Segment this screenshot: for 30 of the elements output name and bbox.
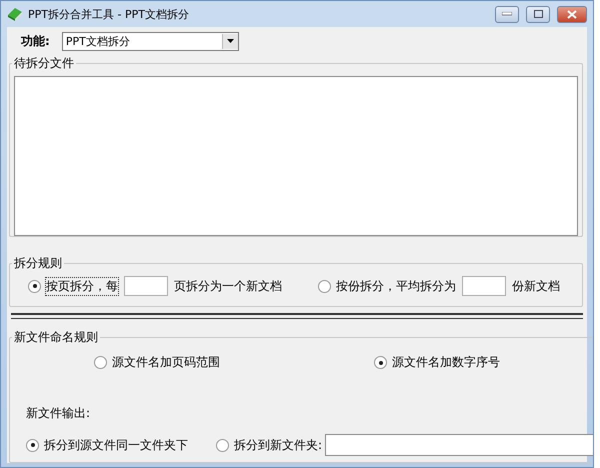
radio-option[interactable]: 按份拆分，平均拆分为 bbox=[318, 278, 456, 294]
function-dropdown[interactable]: PPT文档拆分 bbox=[62, 32, 239, 50]
radio-button[interactable] bbox=[94, 356, 107, 369]
close-icon bbox=[567, 10, 577, 18]
folder-field[interactable] bbox=[325, 434, 593, 456]
option-suffix: 份新文档 bbox=[512, 278, 560, 294]
radio-option[interactable]: 按页拆分，每 bbox=[28, 278, 118, 294]
close-button[interactable] bbox=[557, 6, 587, 22]
radio-button[interactable] bbox=[374, 356, 387, 369]
radio-button[interactable] bbox=[216, 438, 229, 452]
function-label: 功能: bbox=[21, 32, 50, 50]
radio-option[interactable]: 源文件名加数字序号 bbox=[374, 354, 500, 371]
group-title: 待拆分文件 bbox=[13, 55, 75, 72]
caret-icon bbox=[226, 39, 234, 43]
option-suffix: 页拆分为一个新文档 bbox=[174, 278, 282, 294]
group-title: 新文件命名规则 bbox=[13, 329, 99, 346]
maximize-icon bbox=[534, 10, 542, 18]
output-label: 新文件输出: bbox=[26, 405, 92, 422]
minimize-icon bbox=[502, 12, 512, 16]
minimize-button[interactable] bbox=[495, 6, 519, 22]
radio-option[interactable]: 拆分到新文件夹: bbox=[216, 436, 322, 454]
radio-option[interactable]: 拆分到源文件同一文件夹下 bbox=[26, 436, 188, 454]
number-field[interactable] bbox=[124, 276, 168, 296]
radio-option[interactable]: 源文件名加页码范围 bbox=[94, 354, 220, 371]
book-icon bbox=[7, 7, 23, 21]
group-title: 拆分规则 bbox=[13, 255, 63, 272]
window-title: PPT拆分合并工具 - PPT文档拆分 bbox=[28, 6, 190, 22]
radio-button[interactable] bbox=[26, 438, 39, 452]
number-field[interactable] bbox=[462, 276, 506, 296]
maximize-button[interactable] bbox=[526, 6, 550, 22]
